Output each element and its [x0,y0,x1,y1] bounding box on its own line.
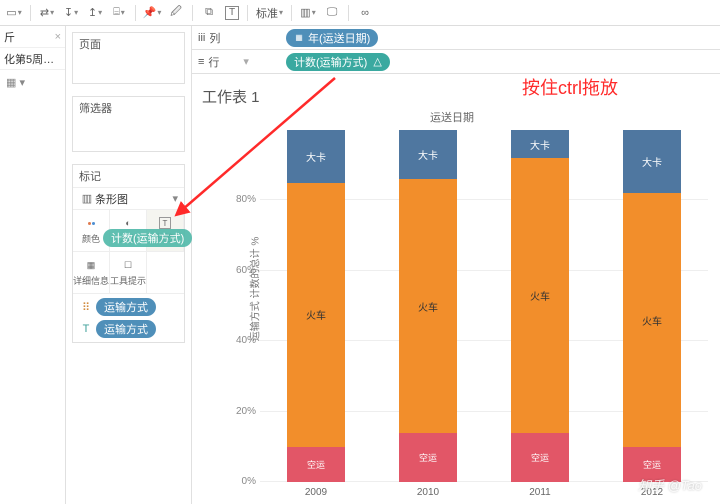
chart-viz: 工作表 1 按住ctrl拖放 运送日期 运输方式 计数的总计 % 0%20%40… [192,74,720,504]
toolbar: ▭ ⇄ ↧ ↥ ⌸ 📌 🖉 ⧉ T 标准 ▥ 🖵 ∞ [0,0,720,26]
presentation-icon[interactable]: 🖵 [324,5,340,21]
pin-icon[interactable]: 📌 [144,5,160,21]
columns-shelf[interactable]: iii列 ▦年(运送日期) [192,26,720,50]
content-area: iii列 ▦年(运送日期) ≡行▾ 计数(运输方式)△ 工作表 1 按住ctrl… [192,26,720,504]
filters-card: 筛选器 [72,96,185,152]
label-icon: T [159,217,171,229]
marks-pill-2[interactable]: T 运输方式 [79,320,178,338]
bar-2011[interactable]: 大卡火车空运 [511,130,569,482]
fit-dropdown[interactable]: 标准 [256,5,283,21]
bar-2012[interactable]: 大卡火车空运 [623,130,681,482]
link-icon[interactable]: 🖉 [168,5,184,21]
marks-tooltip[interactable]: ☐ 工具提示 [110,252,147,294]
rows-icon: ≡ [198,56,204,68]
data-pane: 斤 × 化第5周… ▦ ▾ [0,26,66,504]
swap-icon[interactable]: ⇄ [39,5,55,21]
rows-shelf[interactable]: ≡行▾ 计数(运输方式)△ [192,50,720,74]
color-icon [84,216,98,230]
data-source-icon[interactable]: ▭ [6,5,22,21]
rows-pill[interactable]: 计数(运输方式)△ [286,53,390,71]
bar-2010[interactable]: 大卡火车空运 [399,130,457,482]
text-icon[interactable]: T [225,6,239,20]
columns-icon: iii [198,32,205,44]
cards-panel: 页面 筛选器 标记 ▥ 条形图 ▾ 颜色 ◐ 大小 [66,26,192,504]
marks-card: 标记 ▥ 条形图 ▾ 颜色 ◐ 大小 T 标签 [72,164,185,343]
size-icon: ◐ [121,216,135,230]
pages-card: 页面 [72,32,185,84]
marks-empty [147,252,184,294]
chart-subtitle: 运送日期 [192,109,712,125]
marks-pill-1[interactable]: ⠿ 运输方式 [79,298,178,316]
datasource-item[interactable]: 化第5周… [0,48,65,70]
pages-label: 页面 [73,33,184,55]
sort-desc-icon[interactable]: ↥ [87,5,103,21]
bar-type-icon: ▥ [79,191,95,207]
label-shelf-icon: T [79,323,93,335]
color-shelf-icon: ⠿ [79,301,93,314]
annotation-text: 按住ctrl拖放 [522,74,618,100]
view-mode-icon[interactable]: ▦ ▾ [0,70,65,89]
filters-label: 筛选器 [73,97,184,119]
close-icon[interactable]: × [55,31,61,43]
sort-asc-icon[interactable]: ↧ [63,5,79,21]
tooltip-icon: ☐ [121,258,135,272]
analysis-row[interactable]: 斤 × [0,26,65,48]
marks-type-dropdown[interactable]: ▥ 条形图 ▾ [73,187,184,209]
bar-2009[interactable]: 大卡火车空运 [287,130,345,482]
cards-icon[interactable]: ▥ [300,5,316,21]
dragging-pill[interactable]: 计数(运输方式) [103,229,192,247]
marks-label: 标记 [73,165,184,187]
detail-icon: ▦ [84,258,98,272]
sheet-title[interactable]: 工作表 1 [202,86,712,107]
group-icon[interactable]: ⌸ [111,5,127,21]
plot-area: 0%20%40%60%80% 大卡火车空运大卡火车空运大卡火车空运大卡火车空运 [228,130,708,482]
columns-pill[interactable]: ▦年(运送日期) [286,29,378,47]
share-icon[interactable]: ∞ [357,5,373,21]
mark-label-icon[interactable]: ⧉ [201,5,217,21]
watermark: 知乎 @Tao [638,475,702,494]
marks-detail[interactable]: ▦ 详细信息 [73,252,110,294]
